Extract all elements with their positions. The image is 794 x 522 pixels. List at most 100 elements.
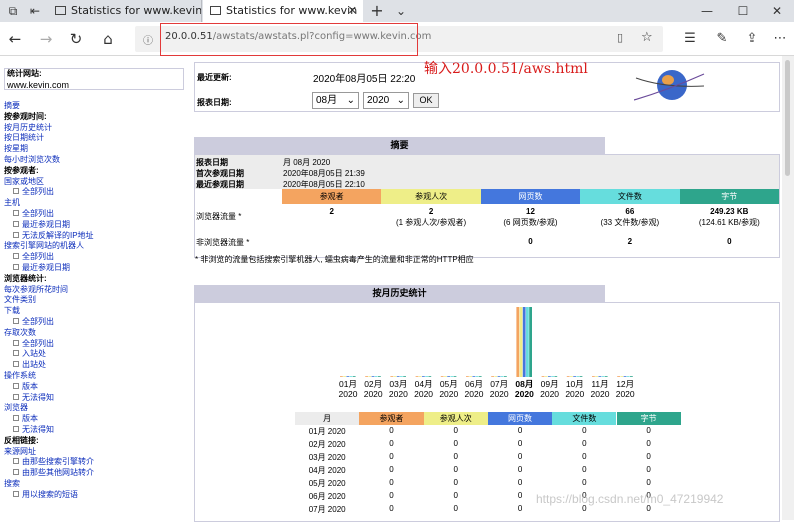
month-year: 2020	[388, 389, 408, 399]
refresh-icon[interactable]: ↻	[66, 30, 86, 48]
month-name: 03月	[389, 379, 408, 389]
home-icon[interactable]: ⌂	[98, 30, 118, 48]
site-value: www.kevin.com	[7, 79, 70, 90]
sidebar-item[interactable]: 来源网址	[4, 447, 188, 458]
sidebar-item[interactable]: 按日期统计	[4, 133, 188, 144]
sidebar-item[interactable]: 由那些搜索引擎转介	[4, 457, 188, 468]
month-year: 2020	[439, 389, 459, 399]
sidebar-item[interactable]: 全部列出	[4, 339, 188, 350]
sidebar-item[interactable]: 摘要	[4, 101, 188, 112]
month-name: 01月	[339, 379, 357, 389]
year-select[interactable]: 2020 ⌄	[363, 92, 409, 109]
sidebar-item[interactable]: 最近参观日期	[4, 220, 188, 231]
chart-bar	[352, 376, 356, 377]
sidebar-item[interactable]: 入站处	[4, 349, 188, 360]
month-select[interactable]: 08月 ⌄	[312, 92, 359, 109]
sidebar-item[interactable]: 无法得知	[4, 393, 188, 404]
sidebar-item[interactable]: 存取次数	[4, 328, 188, 339]
favorite-star-icon[interactable]: ☆	[641, 30, 653, 45]
close-window-icon[interactable]: ✕	[760, 0, 794, 22]
month-name: 08月	[515, 379, 534, 389]
sidebar-item[interactable]: 全部列出	[4, 209, 188, 220]
maximize-icon[interactable]: ☐	[726, 0, 760, 22]
sidebar-item[interactable]: 每次参观所花时间	[4, 285, 188, 296]
chart-bar	[529, 307, 532, 377]
sidebar-item-label: 反相链接:	[4, 435, 39, 445]
site-box: 统计网站: www.kevin.com	[4, 68, 184, 90]
page-icon	[55, 6, 66, 15]
month-tick-label: 10月 2020	[562, 379, 588, 399]
minimize-icon[interactable]: —	[690, 0, 724, 22]
tab-title: Statistics for www.kevin	[226, 4, 358, 17]
sidebar-item[interactable]: 全部列出	[4, 317, 188, 328]
summary-panel: 报表日期 月 08月 2020 首次参观日期 2020年08月05日 21:39 最近参…	[194, 154, 780, 258]
back-arrow-icon[interactable]: ←	[5, 30, 25, 48]
sidebar-item[interactable]: 用以搜索的短语	[4, 490, 188, 501]
chart-bar	[346, 376, 350, 377]
tab-statistics-2[interactable]: Statistics for www.kevin ✕	[203, 0, 363, 22]
table-cell: 04月 2020	[308, 466, 346, 475]
favorites-list-icon[interactable]: ☰	[680, 30, 700, 48]
sidebar-item[interactable]: 主机	[4, 198, 188, 209]
sidebar-item[interactable]: 全部列出	[4, 252, 188, 263]
chart-bar	[450, 376, 454, 377]
scrollbar-thumb[interactable]	[785, 60, 790, 176]
sidebar-item[interactable]: 每小时浏览次数	[4, 155, 188, 166]
tab-list-chevron-icon[interactable]: ⌄	[390, 0, 412, 22]
traffic-value: 2	[428, 207, 434, 216]
share-icon[interactable]: ⇪	[742, 30, 762, 48]
more-icon[interactable]: ⋯	[770, 30, 790, 48]
sidebar-item-label: 入站处	[22, 349, 46, 359]
scrollbar[interactable]	[782, 56, 794, 520]
chart-bar	[544, 376, 548, 377]
chart-bar	[592, 376, 595, 377]
sidebar-item[interactable]: 版本	[4, 414, 188, 425]
sidebar-item[interactable]: 由那些其他网站转介	[4, 468, 188, 479]
reading-view-icon[interactable]: ▯	[617, 31, 623, 44]
sidebar-item[interactable]: 版本	[4, 382, 188, 393]
sidebar-item-label: 主机	[4, 198, 20, 208]
sidebar-item-label: 全部列出	[22, 252, 54, 262]
sidebar-item[interactable]: 搜索引擎网站的机器人	[4, 241, 188, 252]
sidebar-item-label: 下载	[4, 306, 20, 316]
main-content: 最近更新: 2020年08月05日 22:20 报表日期: 08月 ⌄ 2020 ⌄…	[194, 60, 780, 522]
table-cell: 0	[646, 439, 651, 448]
sidebar-item[interactable]: 搜索	[4, 479, 188, 490]
traffic-value: 2	[329, 207, 334, 216]
sidebar-item[interactable]: 最近参观日期	[4, 263, 188, 274]
year-value: 2020	[367, 95, 390, 106]
chart-bar	[626, 376, 630, 377]
set-aside-tabs-icon[interactable]: ⇤	[24, 0, 46, 22]
sidebar-item[interactable]: 无法反解译的IP地址	[4, 231, 188, 242]
close-tab-icon[interactable]: ✕	[348, 0, 357, 22]
sidebar-item[interactable]: 国家或地区	[4, 177, 188, 188]
sidebar-item-label: 国家或地区	[4, 176, 44, 186]
chart-bar	[415, 376, 419, 377]
table-cell: 0	[517, 478, 523, 487]
sidebar-item[interactable]: 浏览器	[4, 403, 188, 414]
chart-bar	[466, 376, 469, 377]
sidebar-item[interactable]: 无法得知	[4, 425, 188, 436]
tab-actions-icon[interactable]: ⧉	[2, 0, 24, 22]
forward-arrow-icon[interactable]: →	[36, 30, 56, 48]
list-icon	[13, 209, 19, 216]
sidebar-item-label: 由那些搜索引擎转介	[22, 457, 94, 467]
sidebar-item[interactable]: 文件类别	[4, 295, 188, 306]
new-tab-icon[interactable]: +	[366, 0, 388, 22]
month-name: 11月	[591, 379, 609, 389]
list-icon	[13, 415, 19, 422]
ok-button[interactable]: OK	[413, 93, 439, 108]
sidebar-item[interactable]: 出站处	[4, 360, 188, 371]
tab-statistics-1[interactable]: Statistics for www.kevin.com	[48, 0, 202, 22]
sidebar-item[interactable]: 全部列出	[4, 187, 188, 198]
table-cell: 0	[646, 478, 651, 487]
month-year: 2020	[363, 389, 383, 399]
month-name: 04月	[414, 379, 433, 389]
chart-bar	[400, 376, 403, 377]
sidebar-item-label: 版本	[22, 381, 38, 391]
sidebar-item[interactable]: 按星期	[4, 144, 188, 155]
sidebar-item[interactable]: 操作系统	[4, 371, 188, 382]
sidebar-item[interactable]: 下载	[4, 306, 188, 317]
pen-icon[interactable]: ✎	[712, 30, 732, 48]
sidebar-item[interactable]: 按月历史统计	[4, 123, 188, 134]
